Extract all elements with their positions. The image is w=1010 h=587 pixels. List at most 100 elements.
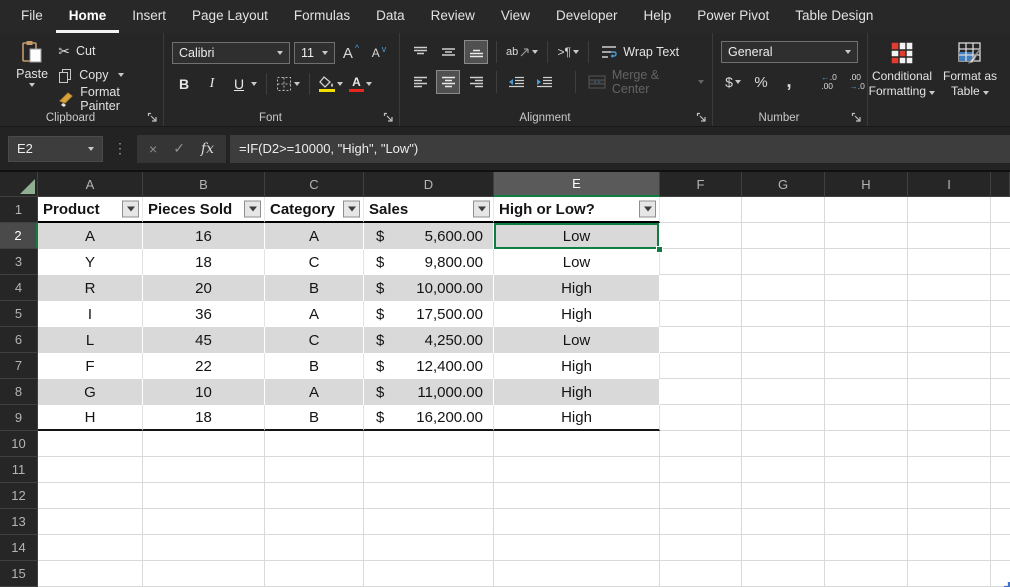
cell-D12[interactable] <box>364 483 494 509</box>
conditional-formatting-button[interactable]: Conditional Formatting <box>868 33 936 126</box>
cell-C11[interactable] <box>265 457 364 483</box>
cell-F3[interactable] <box>660 249 742 275</box>
row-header-8[interactable]: 8 <box>0 379 38 405</box>
cell-B11[interactable] <box>143 457 265 483</box>
cell-C8[interactable]: A <box>265 379 364 405</box>
merge-center-button[interactable]: Merge & Center <box>588 70 704 94</box>
font-size-combobox[interactable]: 11 <box>294 42 335 64</box>
cell-F5[interactable] <box>660 301 742 327</box>
cell-H1[interactable] <box>825 197 908 223</box>
filter-button-B[interactable] <box>244 201 261 218</box>
cell-E12[interactable] <box>494 483 660 509</box>
cell-B2[interactable]: 16 <box>143 223 265 249</box>
font-color-button[interactable]: A <box>348 72 373 96</box>
cell-I9[interactable] <box>908 405 991 431</box>
cell-I8[interactable] <box>908 379 991 405</box>
cell-A12[interactable] <box>38 483 143 509</box>
tab-formulas[interactable]: Formulas <box>281 0 363 33</box>
cell-F15[interactable] <box>660 561 742 587</box>
fill-handle[interactable] <box>656 246 663 253</box>
row-header-3[interactable]: 3 <box>0 249 38 275</box>
clipboard-dialog-launcher-icon[interactable] <box>147 112 158 123</box>
cell-E9[interactable]: High <box>494 405 660 431</box>
cell-B8[interactable]: 10 <box>143 379 265 405</box>
cell-H9[interactable] <box>825 405 908 431</box>
cell-G13[interactable] <box>742 509 825 535</box>
tab-review[interactable]: Review <box>418 0 488 33</box>
tab-developer[interactable]: Developer <box>543 0 631 33</box>
cell-H12[interactable] <box>825 483 908 509</box>
cell-H13[interactable] <box>825 509 908 535</box>
row-header-14[interactable]: 14 <box>0 535 38 561</box>
tab-help[interactable]: Help <box>631 0 685 33</box>
cell-overflow-4[interactable] <box>991 275 1010 301</box>
cell-G15[interactable] <box>742 561 825 587</box>
tab-home[interactable]: Home <box>56 0 120 33</box>
cell-D1[interactable]: Sales <box>364 197 494 223</box>
name-box[interactable]: E2 <box>8 136 103 162</box>
cell-G1[interactable] <box>742 197 825 223</box>
cell-A14[interactable] <box>38 535 143 561</box>
cell-overflow-12[interactable] <box>991 483 1010 509</box>
cell-B15[interactable] <box>143 561 265 587</box>
cell-D3[interactable]: $9,800.00 <box>364 249 494 275</box>
cell-C10[interactable] <box>265 431 364 457</box>
cell-C3[interactable]: C <box>265 249 364 275</box>
cancel-icon[interactable]: × <box>149 141 157 157</box>
cell-I7[interactable] <box>908 353 991 379</box>
row-header-12[interactable]: 12 <box>0 483 38 509</box>
middle-align-button[interactable] <box>436 40 460 64</box>
alignment-dialog-launcher-icon[interactable] <box>696 112 707 123</box>
cell-overflow-5[interactable] <box>991 301 1010 327</box>
cell-A2[interactable]: A <box>38 223 143 249</box>
cell-G3[interactable] <box>742 249 825 275</box>
cell-I3[interactable] <box>908 249 991 275</box>
decrease-decimal-button[interactable]: .00→.0 <box>845 70 869 94</box>
tab-insert[interactable]: Insert <box>119 0 179 33</box>
filter-button-C[interactable] <box>343 201 360 218</box>
cell-F11[interactable] <box>660 457 742 483</box>
fill-color-button[interactable] <box>318 72 344 96</box>
cell-A9[interactable]: H <box>38 405 143 431</box>
format-as-table-button[interactable]: Format as Table <box>936 33 1004 126</box>
cell-E7[interactable]: High <box>494 353 660 379</box>
cell-E6[interactable]: Low <box>494 327 660 353</box>
cell-E10[interactable] <box>494 431 660 457</box>
accounting-format-button[interactable]: $ <box>721 70 745 94</box>
cell-B9[interactable]: 18 <box>143 405 265 431</box>
filter-button-A[interactable] <box>122 201 139 218</box>
cut-button[interactable]: ✂ Cut <box>58 39 159 63</box>
column-header-H[interactable]: H <box>825 172 908 197</box>
cell-overflow-6[interactable] <box>991 327 1010 353</box>
cell-E14[interactable] <box>494 535 660 561</box>
cell-C7[interactable]: B <box>265 353 364 379</box>
cell-overflow-15[interactable] <box>991 561 1010 587</box>
center-button[interactable] <box>436 70 460 94</box>
cell-G7[interactable] <box>742 353 825 379</box>
cell-I2[interactable] <box>908 223 991 249</box>
cell-overflow-2[interactable] <box>991 223 1010 249</box>
underline-button[interactable]: U <box>228 72 258 96</box>
cell-overflow-1[interactable] <box>991 197 1010 223</box>
cell-A3[interactable]: Y <box>38 249 143 275</box>
column-header-I[interactable]: I <box>908 172 991 197</box>
decrease-font-size-button[interactable]: Av <box>367 41 391 65</box>
cell-C5[interactable]: A <box>265 301 364 327</box>
select-all-button[interactable] <box>0 172 38 197</box>
cell-G10[interactable] <box>742 431 825 457</box>
cell-F12[interactable] <box>660 483 742 509</box>
cell-A4[interactable]: R <box>38 275 143 301</box>
cell-I10[interactable] <box>908 431 991 457</box>
cell-E11[interactable] <box>494 457 660 483</box>
increase-decimal-button[interactable]: ←.0.00 <box>817 70 841 94</box>
cell-G4[interactable] <box>742 275 825 301</box>
cell-B13[interactable] <box>143 509 265 535</box>
cell-D6[interactable]: $4,250.00 <box>364 327 494 353</box>
cell-G6[interactable] <box>742 327 825 353</box>
cell-C4[interactable]: B <box>265 275 364 301</box>
row-header-5[interactable]: 5 <box>0 301 38 327</box>
cell-I4[interactable] <box>908 275 991 301</box>
row-header-10[interactable]: 10 <box>0 431 38 457</box>
row-header-2[interactable]: 2 <box>0 223 38 249</box>
cell-G9[interactable] <box>742 405 825 431</box>
